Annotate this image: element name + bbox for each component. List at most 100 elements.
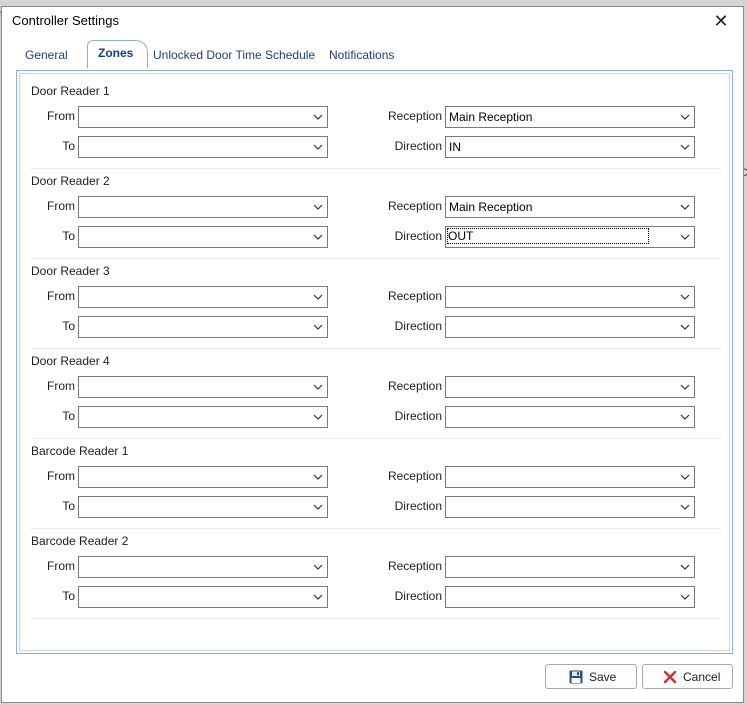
- chevron-down-icon: [680, 294, 690, 300]
- dialog-title: Controller Settings: [12, 13, 119, 28]
- reader-group: Door Reader 2 From To Reception Main Recepti…: [20, 174, 731, 264]
- direction-label: Direction: [394, 589, 442, 603]
- chevron-down-icon: [680, 384, 690, 390]
- tab-strip: General Zones Unlocked Door Time Schedul…: [16, 40, 733, 68]
- direction-value: OUT: [446, 228, 650, 244]
- direction-label: Direction: [394, 229, 442, 243]
- chevron-down-icon: [680, 564, 690, 570]
- cancel-button-label: Cancel: [683, 670, 721, 684]
- direction-value: IN: [449, 140, 461, 154]
- chevron-down-icon: [680, 204, 690, 210]
- chevron-down-icon: [313, 414, 323, 420]
- from-label: From: [47, 109, 75, 123]
- reader-group-title: Door Reader 1: [31, 84, 110, 98]
- reception-dropdown[interactable]: [445, 376, 695, 398]
- to-dropdown[interactable]: [78, 406, 328, 428]
- reception-label: Reception: [387, 469, 442, 483]
- group-divider: [30, 258, 721, 259]
- chevron-down-icon: [680, 114, 690, 120]
- reception-dropdown[interactable]: Main Reception: [445, 106, 695, 128]
- chevron-down-icon: [680, 474, 690, 480]
- chevron-down-icon: [313, 234, 323, 240]
- reader-group-title: Barcode Reader 1: [31, 444, 129, 458]
- red-x-icon: [663, 670, 677, 684]
- reception-dropdown[interactable]: [445, 556, 695, 578]
- save-button-label: Save: [589, 670, 617, 684]
- reader-group: Door Reader 1 From To Reception Main Recepti…: [20, 84, 731, 174]
- reception-dropdown[interactable]: Main Reception: [445, 196, 695, 218]
- close-icon[interactable]: ✕: [709, 10, 733, 32]
- to-label: To: [62, 499, 75, 513]
- reader-group: Barcode Reader 2 From To Reception Direction: [20, 534, 731, 624]
- to-dropdown[interactable]: [78, 496, 328, 518]
- to-dropdown[interactable]: [78, 586, 328, 608]
- reception-label: Reception: [387, 559, 442, 573]
- chevron-down-icon: [313, 294, 323, 300]
- from-label: From: [47, 469, 75, 483]
- reader-group: Barcode Reader 1 From To Reception Direction: [20, 444, 731, 534]
- chevron-down-icon: [313, 504, 323, 510]
- group-divider: [30, 348, 721, 349]
- from-label: From: [47, 559, 75, 573]
- tab-notifications[interactable]: Notifications: [329, 44, 394, 66]
- from-dropdown[interactable]: [78, 376, 328, 398]
- reader-group-title: Barcode Reader 2: [31, 534, 129, 548]
- to-label: To: [62, 139, 75, 153]
- direction-dropdown[interactable]: IN: [445, 136, 695, 158]
- direction-dropdown[interactable]: [445, 586, 695, 608]
- chevron-down-icon: [680, 504, 690, 510]
- controller-settings-dialog: Controller Settings ✕ General Zones Unlo…: [1, 6, 744, 703]
- chevron-down-icon: [313, 144, 323, 150]
- direction-dropdown[interactable]: [445, 406, 695, 428]
- to-dropdown[interactable]: [78, 226, 328, 248]
- from-dropdown[interactable]: [78, 466, 328, 488]
- chevron-down-icon: [680, 594, 690, 600]
- from-dropdown[interactable]: [78, 286, 328, 308]
- reception-label: Reception: [387, 199, 442, 213]
- cancel-button[interactable]: Cancel: [642, 664, 733, 689]
- reader-group: Door Reader 4 From To Reception Direction: [20, 354, 731, 444]
- floppy-disk-icon: [569, 670, 583, 684]
- to-label: To: [62, 589, 75, 603]
- tab-general[interactable]: General: [25, 44, 68, 66]
- zones-panel: Door Reader 1 From To Reception Main Recepti…: [16, 70, 733, 654]
- chevron-down-icon: [313, 384, 323, 390]
- reception-dropdown[interactable]: [445, 466, 695, 488]
- from-label: From: [47, 379, 75, 393]
- to-dropdown[interactable]: [78, 316, 328, 338]
- to-label: To: [62, 319, 75, 333]
- group-divider: [30, 618, 721, 619]
- chevron-down-icon: [313, 204, 323, 210]
- group-divider: [30, 528, 721, 529]
- to-label: To: [62, 409, 75, 423]
- to-dropdown[interactable]: [78, 136, 328, 158]
- tab-unlocked-door-time-schedule[interactable]: Unlocked Door Time Schedule: [153, 44, 315, 66]
- reader-group-title: Door Reader 2: [31, 174, 110, 188]
- chevron-down-icon: [313, 594, 323, 600]
- save-button[interactable]: Save: [545, 664, 637, 689]
- direction-label: Direction: [394, 499, 442, 513]
- direction-dropdown[interactable]: OUT: [445, 226, 695, 248]
- from-dropdown[interactable]: [78, 556, 328, 578]
- group-divider: [30, 168, 721, 169]
- chevron-down-icon: [680, 144, 690, 150]
- reader-group-title: Door Reader 3: [31, 264, 110, 278]
- chevron-down-icon: [680, 324, 690, 330]
- zones-panel-inner: Door Reader 1 From To Reception Main Recepti…: [19, 73, 730, 651]
- chevron-down-icon: [680, 414, 690, 420]
- reception-label: Reception: [387, 109, 442, 123]
- direction-label: Direction: [394, 409, 442, 423]
- reception-value: Main Reception: [449, 200, 533, 214]
- from-dropdown[interactable]: [78, 106, 328, 128]
- reception-label: Reception: [387, 379, 442, 393]
- tab-zones[interactable]: Zones: [87, 40, 149, 68]
- from-dropdown[interactable]: [78, 196, 328, 218]
- direction-dropdown[interactable]: [445, 496, 695, 518]
- direction-label: Direction: [394, 139, 442, 153]
- reception-dropdown[interactable]: [445, 286, 695, 308]
- chevron-down-icon: [313, 324, 323, 330]
- direction-dropdown[interactable]: [445, 316, 695, 338]
- from-label: From: [47, 199, 75, 213]
- to-label: To: [62, 229, 75, 243]
- reception-value: Main Reception: [449, 110, 533, 124]
